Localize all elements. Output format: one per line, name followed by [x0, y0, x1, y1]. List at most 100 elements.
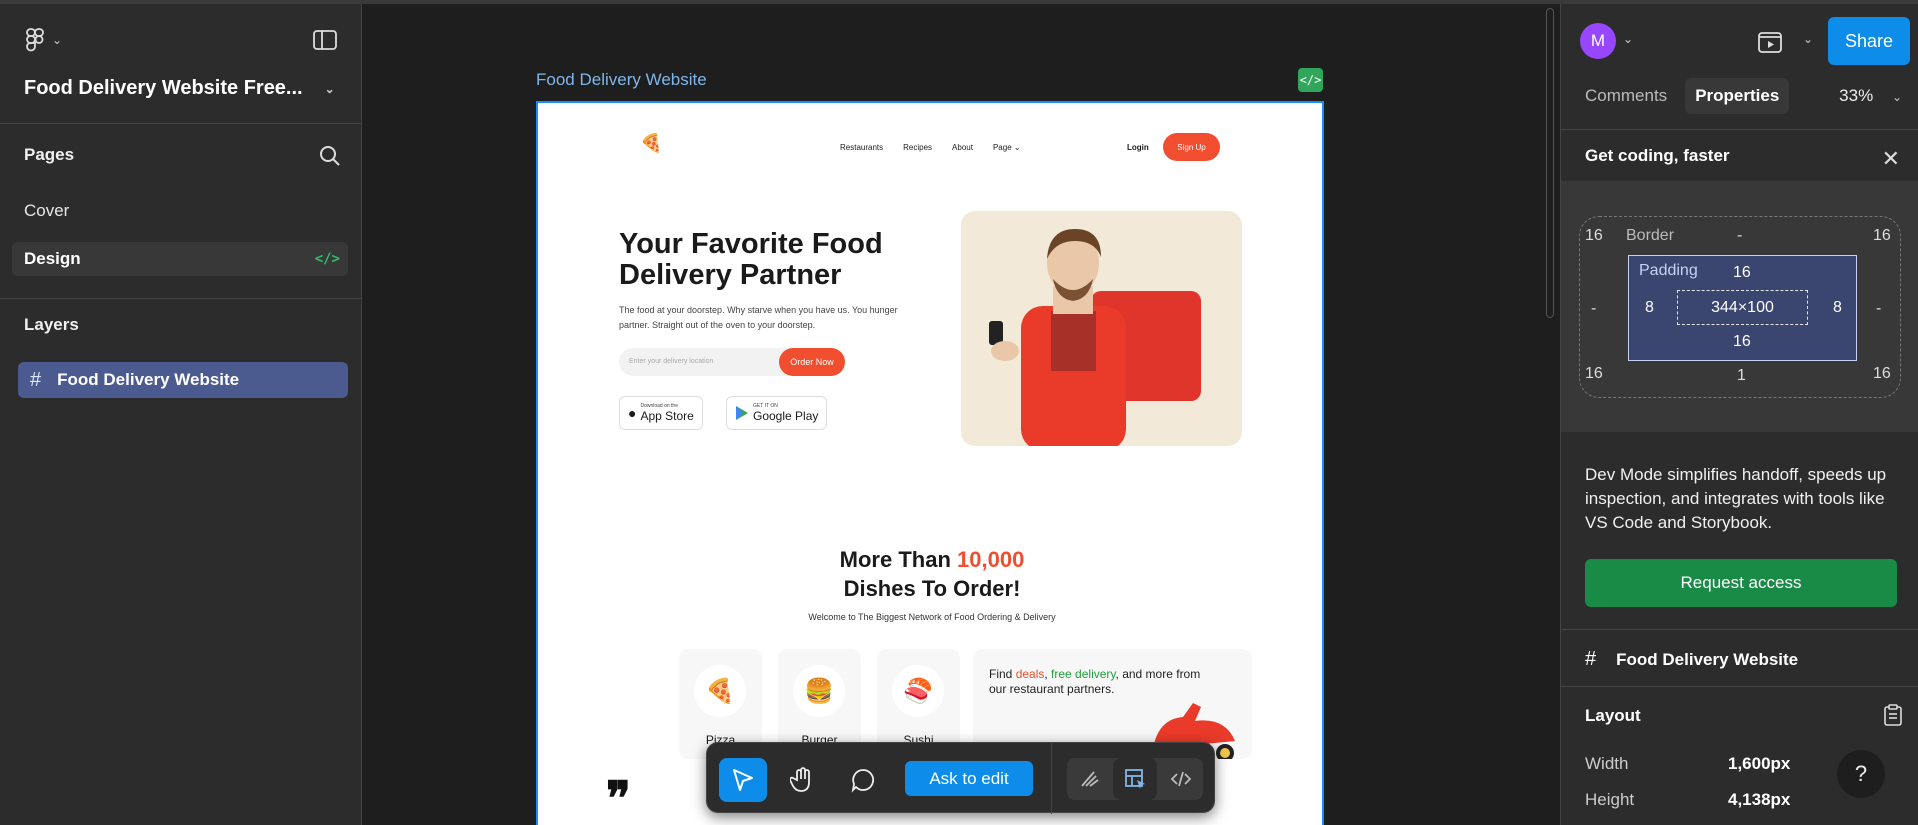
mode-toggle-group [1067, 758, 1203, 800]
sushi-icon: 🍣 [892, 665, 944, 717]
site-hero-title: Your Favorite Food Delivery Partner [619, 228, 883, 291]
box-model-diagram: 16 16 16 16 Border - - - 1 Padding 16 8 … [1561, 181, 1918, 432]
site-logo: 🍕 [640, 133, 663, 153]
dev-mode-description: Dev Mode simplifies handoff, speeds up i… [1585, 465, 1887, 532]
quote-mark-icon: ❞ [606, 771, 631, 825]
chevron-down-icon: ⌄ [52, 33, 63, 47]
hand-tool-button[interactable] [779, 758, 827, 802]
content-size: 344×100 [1677, 290, 1808, 325]
main-menu-button[interactable]: ⌄ [26, 28, 62, 52]
pages-title: Pages [24, 145, 75, 164]
deals-text: Find deals, free delivery, and more from… [989, 667, 1201, 696]
close-icon[interactable]: ✕ [1882, 146, 1900, 172]
zoom-level-dropdown[interactable]: 33% ⌄ [1839, 86, 1902, 106]
chevron-down-icon[interactable]: ⌄ [1803, 32, 1813, 46]
toolbar-divider [1051, 743, 1052, 814]
site-nav-item: Page ⌄ [992, 143, 1021, 152]
site-signup-button: Sign Up [1163, 133, 1220, 161]
border-bottom-value: 1 [1737, 367, 1746, 384]
play-icon [1758, 32, 1782, 53]
ask-to-edit-button[interactable]: Ask to edit [905, 761, 1033, 796]
canvas-scrollbar[interactable] [1546, 8, 1554, 318]
comment-tool-button[interactable] [839, 758, 887, 802]
user-avatar[interactable]: M [1580, 23, 1616, 59]
request-access-button[interactable]: Request access [1585, 559, 1897, 607]
code-icon: </> [314, 251, 340, 267]
page-item-cover[interactable]: Cover [12, 194, 348, 228]
move-tool-button[interactable] [719, 758, 767, 802]
layer-item-label: Food Delivery Website [57, 370, 240, 389]
margin-right-value: - [1876, 300, 1882, 317]
delivery-person-illustration [989, 229, 1201, 446]
section-title-highlight: 10,000 [957, 547, 1025, 572]
file-title: Food Delivery Website Free... [24, 77, 303, 99]
padding-bottom-value: 16 [1733, 333, 1751, 350]
section-title-post: Dishes To Order! [843, 576, 1021, 601]
site-input-placeholder: Enter your delivery location [629, 358, 714, 365]
left-sidebar: ⌄ Food Delivery Website Free... ⌄ Pages … [0, 4, 362, 825]
pages-section: Pages Cover Design </> [0, 124, 361, 299]
site-location-input: Enter your delivery location Order Now [619, 348, 845, 376]
page-item-design[interactable]: Design </> [12, 242, 348, 276]
code-badge-icon[interactable]: </> [1298, 68, 1323, 92]
layer-item-food-delivery-website[interactable]: # Food Delivery Website [18, 362, 348, 398]
design-mode-button[interactable] [1067, 758, 1111, 800]
panel-tabs: Comments Properties [1575, 78, 1790, 114]
border-radius-value: 16 [1873, 227, 1891, 244]
right-panel: M ⌄ ⌄ Share Comments Properties 33% ⌄ Ge… [1560, 4, 1918, 825]
chevron-down-icon: ⌄ [324, 81, 335, 96]
height-value: 4,138px [1728, 790, 1791, 809]
toggle-sidebar-button[interactable] [313, 30, 337, 55]
figma-logo-icon [26, 28, 44, 52]
border-label: Border [1626, 227, 1675, 244]
height-label: Height [1585, 790, 1635, 809]
selected-frame-name: Food Delivery Website [1616, 649, 1799, 669]
search-pages-button[interactable] [319, 145, 341, 172]
burger-icon: 🍔 [793, 665, 845, 717]
pizza-icon: 🍕 [694, 665, 746, 717]
page-item-label: Cover [24, 201, 70, 220]
border-top-value: - [1737, 227, 1743, 244]
frame-icon: # [1585, 648, 1597, 670]
help-button[interactable]: ? [1837, 750, 1885, 798]
share-button[interactable]: Share [1828, 17, 1910, 65]
chevron-down-icon[interactable]: ⌄ [1623, 32, 1633, 46]
delivery-person-image [961, 211, 1242, 446]
website-frame[interactable]: 🍕 Restaurants Recipes About Page ⌄ Login… [536, 101, 1324, 825]
site-nav-item: Restaurants [840, 143, 884, 152]
pointer-icon [733, 769, 753, 791]
tab-comments[interactable]: Comments [1575, 78, 1677, 114]
site-login: Login [1127, 143, 1149, 152]
divider [1561, 686, 1918, 687]
divider [1561, 129, 1918, 130]
pen-icon [1081, 771, 1099, 787]
app-store-badge: ● Download on the App Store [619, 396, 703, 430]
search-icon [320, 146, 340, 166]
file-header: ⌄ Food Delivery Website Free... ⌄ [0, 4, 361, 124]
border-radius-value: 16 [1585, 365, 1603, 382]
border-radius-value: 16 [1873, 365, 1891, 382]
site-section-title: More Than 10,000 Dishes To Order! [538, 545, 1322, 603]
hand-icon [790, 767, 810, 792]
section-title-pre: More Than [839, 547, 958, 572]
width-label: Width [1585, 754, 1629, 773]
present-button[interactable] [1758, 30, 1782, 59]
site-nav-item: Recipes [903, 143, 933, 152]
selected-frame-row: # Food Delivery Website [1585, 648, 1798, 671]
zoom-level: 33% [1839, 86, 1874, 105]
bottom-toolbar: Ask to edit [706, 742, 1215, 814]
site-hero-description: The food at your doorstep. Why starve wh… [619, 305, 898, 330]
site-section-subtitle: Welcome to The Biggest Network of Food O… [808, 612, 1056, 622]
comment-icon [851, 769, 875, 793]
divider [1561, 629, 1918, 630]
frame-label[interactable]: Food Delivery Website [536, 70, 707, 90]
site-nav: Restaurants Recipes About Page ⌄ [840, 143, 1021, 152]
dev-mode-button[interactable] [1159, 758, 1203, 800]
frame-icon: # [30, 368, 42, 391]
sidebar-panel-icon [313, 30, 337, 50]
file-title-button[interactable]: Food Delivery Website Free... ⌄ [24, 77, 335, 100]
apple-icon: ● [628, 405, 637, 421]
copy-layout-button[interactable] [1884, 704, 1902, 731]
tab-properties[interactable]: Properties [1685, 78, 1790, 114]
inspect-mode-button[interactable] [1113, 758, 1157, 800]
